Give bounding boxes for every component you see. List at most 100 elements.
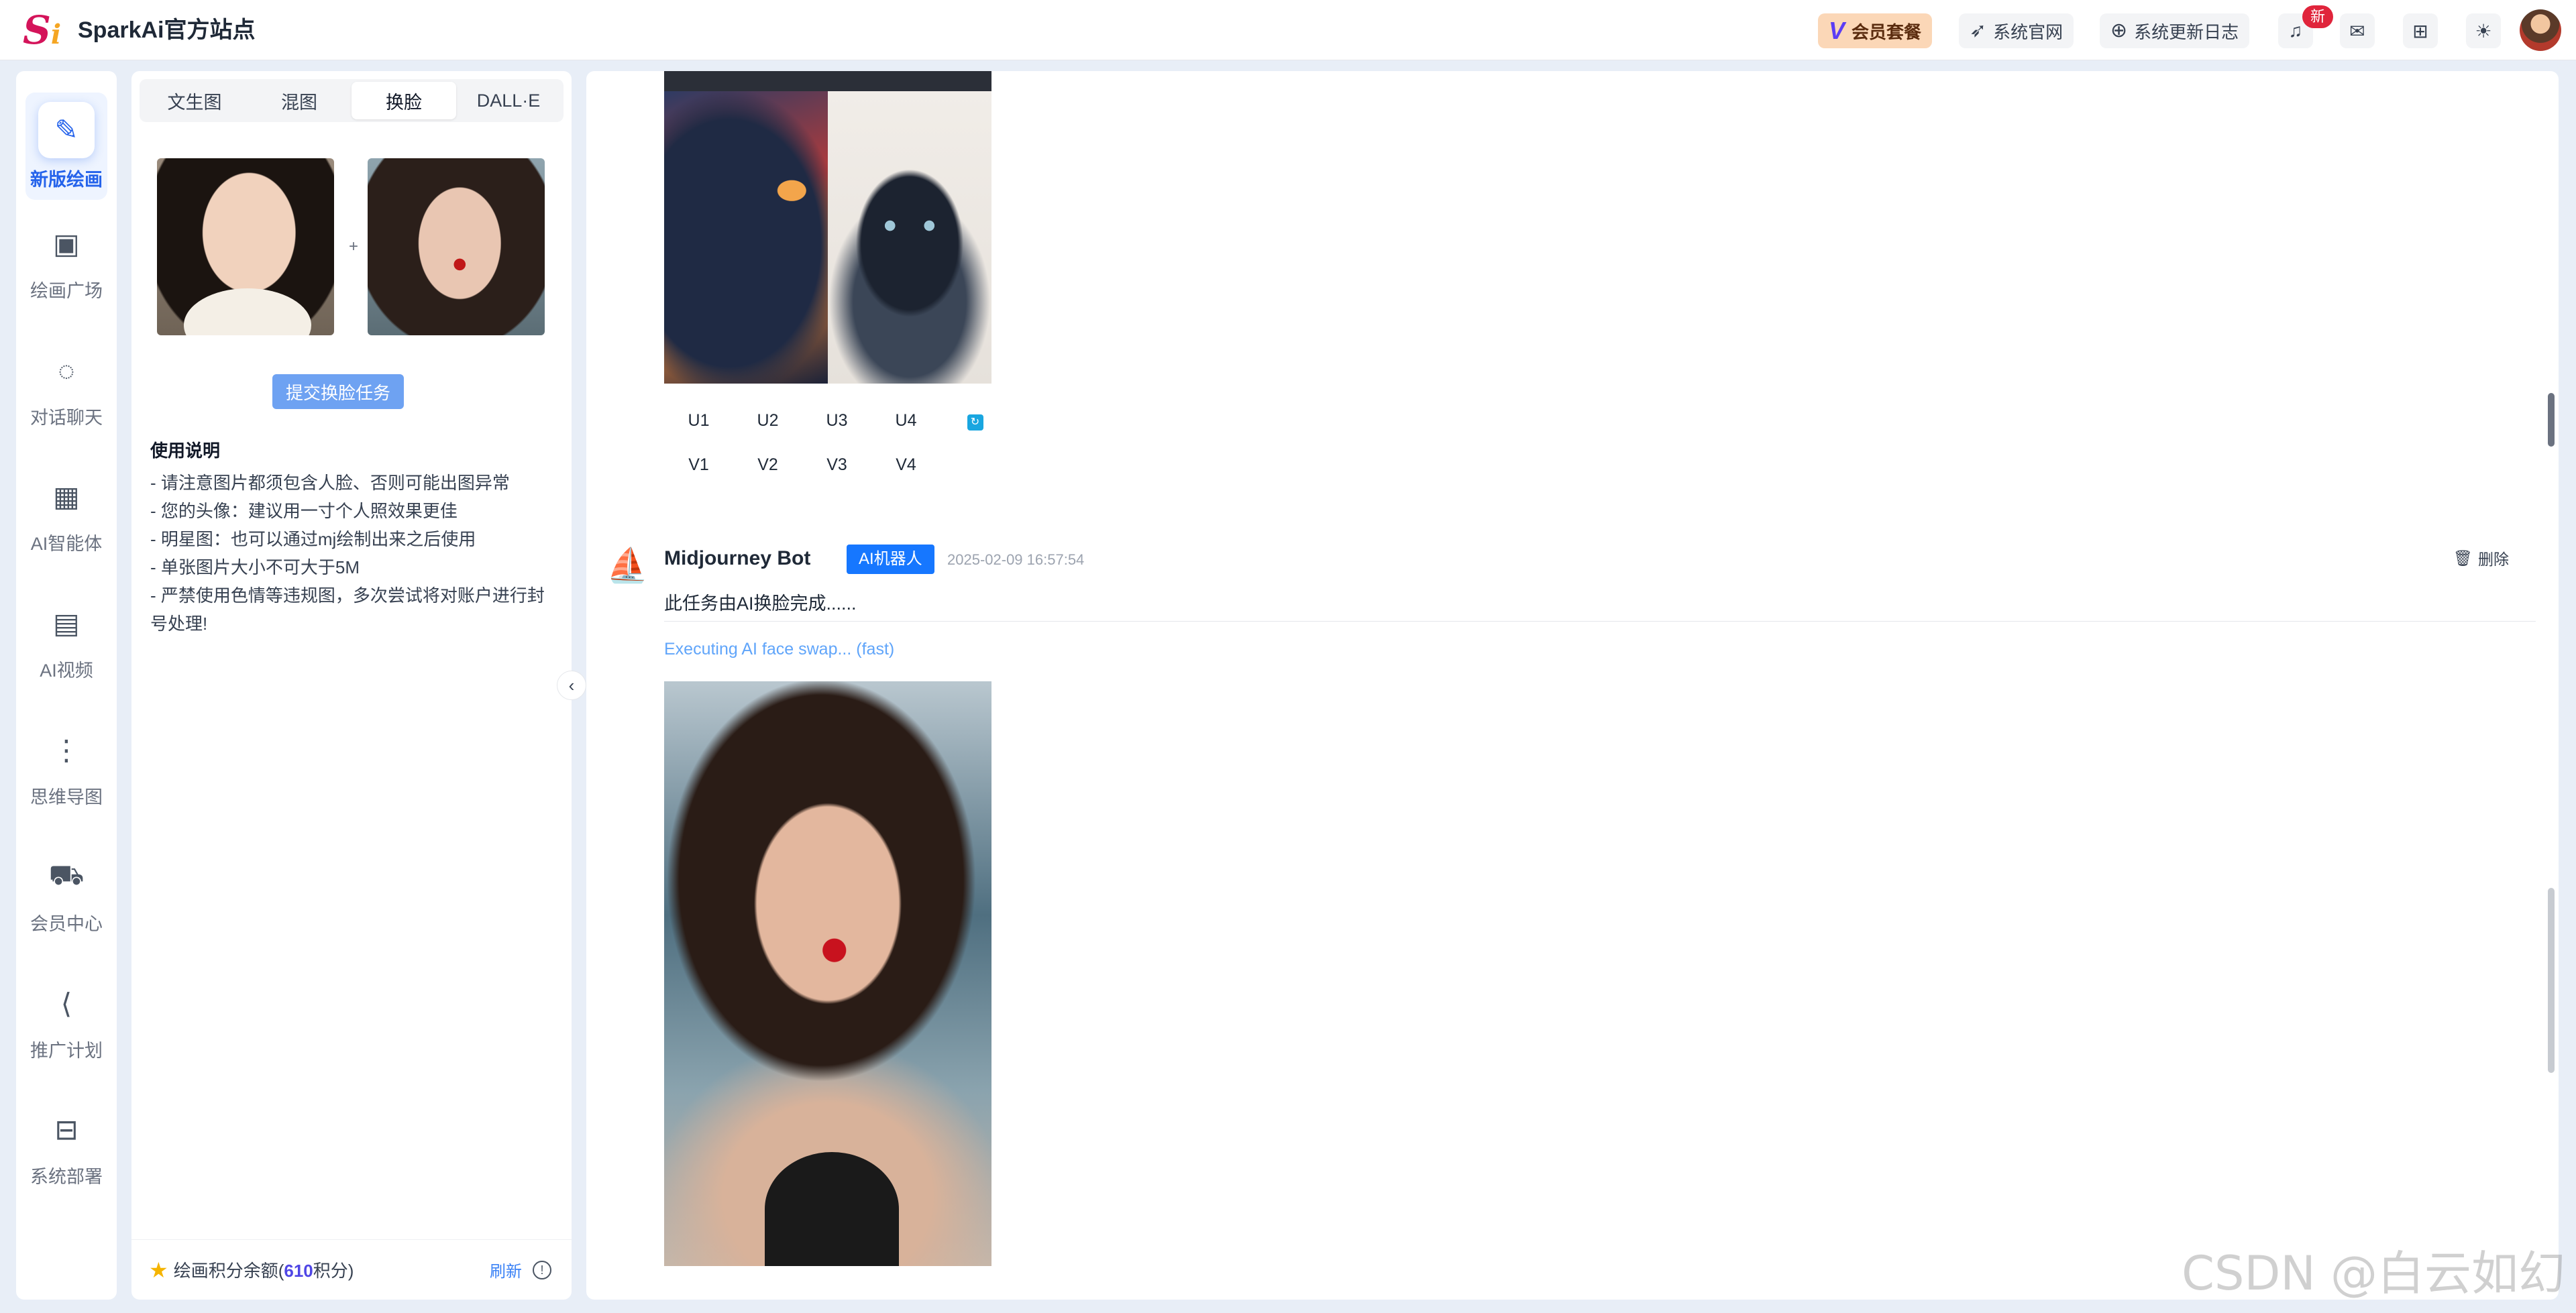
top-bar: Si SparkAi官方站点 V 会员套餐 ➶ 系统官网 ⊕ 系统更新日志 ♫ … — [0, 0, 2576, 60]
rail-label: AI视频 — [40, 660, 93, 681]
delete-message-button[interactable]: 🗑 删除 — [2443, 543, 2520, 573]
deploy-icon: ⊟ — [54, 1114, 78, 1145]
paint-icon: ✎ — [38, 101, 95, 158]
rail-label: 系统部署 — [30, 1166, 103, 1187]
collapse-panel-button[interactable]: ‹ — [557, 671, 586, 700]
message-divider — [664, 621, 2536, 622]
chat-icon: ◌ — [58, 354, 75, 386]
variation-button-v4[interactable]: V4 — [871, 455, 941, 475]
scrollbar[interactable] — [2548, 84, 2555, 1285]
usage-instructions: 使用说明 - 请注意图片都须包含人脸、否则可能出图异常 - 您的头像：建议用一寸… — [150, 437, 553, 638]
official-site-label: 系统官网 — [1993, 21, 2063, 42]
message-text: 此任务由AI换脸完成...... — [664, 593, 857, 614]
sun-icon: ☀ — [2475, 20, 2492, 42]
balance-suffix: 积分) — [313, 1261, 354, 1281]
refresh-link[interactable]: 刷新 — [490, 1258, 522, 1281]
wechat-icon: ✉ — [2349, 20, 2365, 42]
rail-item-new-drawing[interactable]: ✎ 新版绘画 — [25, 93, 107, 200]
usage-line: - 您的头像：建议用一寸个人照效果更佳 — [150, 501, 458, 521]
upscale-row: U1 U2 U3 U4 ↻ — [664, 398, 1013, 443]
tab-face-swap[interactable]: 换脸 — [352, 82, 456, 119]
face-swap-panel: 文生图 混图 换脸 DALL·E + 提交换脸任务 使用说明 - 请注意图片都须… — [131, 71, 572, 1300]
rail-item-member[interactable]: ⛟ 会员中心 — [16, 842, 117, 950]
grid-icon: ▦ — [53, 481, 80, 512]
variation-row: V1 V2 V3 V4 — [664, 443, 1013, 487]
reroll-button[interactable]: ↻ — [941, 410, 1010, 431]
info-icon[interactable]: ! — [533, 1260, 551, 1279]
rail-item-video[interactable]: ▤ AI视频 — [16, 589, 117, 696]
usage-line: - 严禁使用色情等违规图，多次尝试将对账户进行封号处理! — [150, 585, 545, 634]
upscale-button-u4[interactable]: U4 — [871, 411, 941, 431]
upscale-button-u3[interactable]: U3 — [802, 411, 871, 431]
upscale-variation-buttons: U1 U2 U3 U4 ↻ V1 V2 V3 V4 — [664, 398, 1013, 487]
plus-sign: + — [348, 237, 358, 255]
notification-badge: 新 — [2302, 5, 2333, 28]
gift-icon: ⊞ — [2412, 20, 2428, 42]
theme-toggle-button[interactable]: ☀ — [2466, 13, 2501, 48]
changelog-label: 系统更新日志 — [2134, 21, 2239, 42]
balance-value: 610 — [284, 1261, 313, 1281]
scrollbar-thumb-small[interactable] — [2548, 393, 2555, 447]
usage-line: - 单张图片大小不可大于5M — [150, 557, 360, 577]
rail-item-promotion[interactable]: ⟨ 推广计划 — [16, 969, 117, 1076]
rail-label: 思维导图 — [30, 787, 103, 807]
usage-line: - 请注意图片都须包含人脸、否则可能出图异常 — [150, 473, 510, 493]
changelog-button[interactable]: ⊕ 系统更新日志 — [2100, 13, 2250, 48]
image-top-strip — [664, 71, 991, 91]
grid-image-cell — [664, 91, 828, 384]
tab-dalle[interactable]: DALL·E — [456, 82, 561, 119]
rail-item-gallery[interactable]: ▣ 绘画广场 — [16, 209, 117, 317]
video-icon: ▤ — [53, 608, 80, 639]
grid-image-cell — [828, 91, 991, 384]
upload-circle-icon: ⊕ — [2110, 19, 2128, 42]
gift-button[interactable]: ⊞ — [2403, 13, 2438, 48]
rail-item-chat[interactable]: ◌ 对话聊天 — [16, 336, 117, 443]
vip-icon: V — [1829, 17, 1845, 44]
usage-line: - 明星图：也可以通过mj绘制出来之后使用 — [150, 529, 476, 549]
upscale-button-u2[interactable]: U2 — [733, 411, 802, 431]
vip-plan-button[interactable]: V 会员套餐 — [1818, 13, 1933, 48]
user-avatar[interactable] — [2520, 9, 2561, 51]
bot-name: Midjourney Bot — [664, 547, 811, 569]
usage-title: 使用说明 — [150, 441, 221, 461]
mode-tabs: 文生图 混图 换脸 DALL·E — [140, 79, 564, 122]
scrollbar-thumb[interactable] — [2548, 888, 2555, 1073]
rail-label: 会员中心 — [30, 913, 103, 934]
source-face-image[interactable] — [157, 158, 334, 335]
generated-grid-image[interactable] — [664, 71, 991, 384]
progress-status: Executing AI face swap... (fast) — [664, 640, 895, 659]
rail-label: AI智能体 — [30, 533, 103, 554]
rail-label: 新版绘画 — [30, 169, 103, 190]
logo[interactable]: Si — [23, 8, 67, 52]
upscale-button-u1[interactable]: U1 — [664, 411, 733, 431]
gallery-icon: ▣ — [53, 228, 80, 260]
delete-label: 删除 — [2478, 551, 2509, 568]
watermark: CSDN @白云如幻 — [2182, 1246, 2565, 1301]
vip-plan-label: 会员套餐 — [1851, 21, 1922, 42]
sailboat-icon: ⛵ — [606, 547, 649, 584]
variation-button-v2[interactable]: V2 — [733, 455, 802, 475]
side-rail: ✎ 新版绘画 ▣ 绘画广场 ◌ 对话聊天 ▦ AI智能体 ▤ AI视频 ⋮ 思维… — [16, 71, 117, 1300]
wechat-button[interactable]: ✉ — [2340, 13, 2375, 48]
variation-button-v1[interactable]: V1 — [664, 455, 733, 475]
face-swap-result-image[interactable] — [664, 681, 991, 1266]
mindmap-icon: ⋮ — [52, 734, 80, 766]
cart-icon: ⛟ — [48, 858, 85, 891]
share-icon: ⟨ — [60, 988, 72, 1019]
reroll-icon: ↻ — [967, 414, 983, 431]
bot-tag-badge: AI机器人 — [847, 545, 934, 574]
rail-label: 推广计划 — [30, 1040, 103, 1061]
official-site-button[interactable]: ➶ 系统官网 — [1959, 13, 2074, 48]
tab-text-to-image[interactable]: 文生图 — [142, 82, 247, 119]
balance-prefix: 绘画积分余额( — [173, 1261, 284, 1281]
tab-blend[interactable]: 混图 — [247, 82, 352, 119]
rail-item-mindmap[interactable]: ⋮ 思维导图 — [16, 716, 117, 823]
message-timestamp: 2025-02-09 16:57:54 — [947, 551, 1085, 568]
rail-label: 对话聊天 — [30, 407, 103, 428]
variation-button-v3[interactable]: V3 — [802, 455, 871, 475]
rocket-icon: ➶ — [1970, 19, 1987, 42]
submit-face-swap-button[interactable]: 提交换脸任务 — [272, 374, 404, 409]
rail-item-agents[interactable]: ▦ AI智能体 — [16, 462, 117, 569]
rail-item-deploy[interactable]: ⊟ 系统部署 — [16, 1095, 117, 1202]
target-face-image[interactable] — [368, 158, 545, 335]
